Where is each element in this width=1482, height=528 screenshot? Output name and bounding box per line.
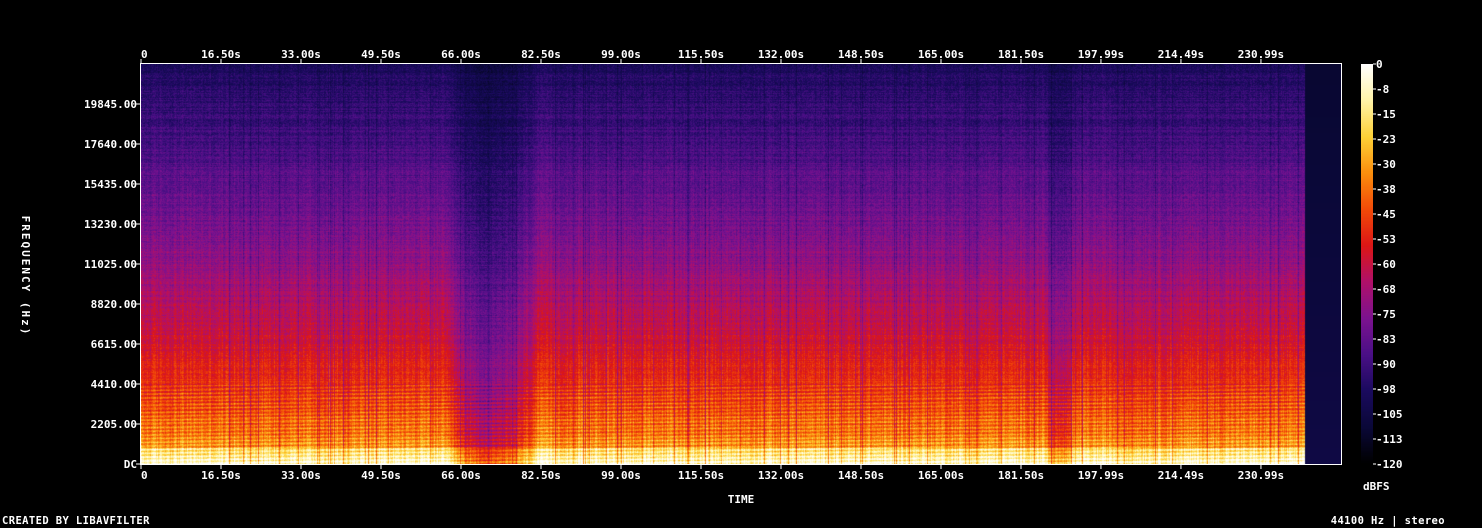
x-tick-label-bottom: 66.00s <box>441 469 481 482</box>
x-tick-label-top: 99.00s <box>601 48 641 61</box>
x-tick-label-top: 181.50s <box>998 48 1044 61</box>
colorbar-tick-label: -30 <box>1376 158 1396 171</box>
colorbar-tick-label: -105 <box>1376 408 1403 421</box>
x-tick-label-top: 49.50s <box>361 48 401 61</box>
colorbar-tick-label: -15 <box>1376 108 1396 121</box>
x-tick-label-top: 0 <box>141 48 148 61</box>
x-ticks-top: 0 16.50s 33.00s 49.50s 66.00s 82.50s 99.00s 115… <box>140 48 1284 64</box>
colorbar-tick-label: -75 <box>1376 308 1396 321</box>
x-tick-label-top: 230.99s <box>1238 48 1284 61</box>
x-tick-label-bottom: 99.00s <box>601 469 641 482</box>
y-tick-label: 6615.00 <box>91 338 137 351</box>
colorbar-tick-label: -53 <box>1376 233 1396 246</box>
colorbar-tick-label: -8 <box>1376 83 1389 96</box>
colorbar <box>1361 64 1373 464</box>
x-tick-label-top: 148.50s <box>838 48 884 61</box>
colorbar-box <box>1361 64 1373 464</box>
x-tick-label-top: 82.50s <box>521 48 561 61</box>
y-tick-label: 17640.00 <box>84 138 137 151</box>
y-tick-label: 2205.00 <box>91 418 137 431</box>
y-tick-label: 11025.00 <box>84 258 137 271</box>
x-tick-label-bottom: 214.49s <box>1158 469 1204 482</box>
x-tick-label-bottom: 181.50s <box>998 469 1044 482</box>
spectrogram-plot-area <box>141 64 1341 464</box>
y-tick-label: 13230.00 <box>84 218 137 231</box>
colorbar-tick-label: -113 <box>1376 433 1403 446</box>
colorbar-tick-label: -60 <box>1376 258 1396 271</box>
x-tick-label-bottom: 0 <box>141 469 148 482</box>
audio-info: 44100 Hz | stereo <box>1330 515 1445 527</box>
x-axis-label: TIME <box>728 493 755 506</box>
colorbar-label: dBFS <box>1363 480 1390 493</box>
x-tick-label-bottom: 132.00s <box>758 469 804 482</box>
x-tick-label-top: 16.50s <box>201 48 241 61</box>
colorbar-tick-label: -120 <box>1376 458 1403 471</box>
colorbar-ticks: 0 -8 -15 -23 -30 -38 -45 -53 -60 -68 -75 -83 -90 -98 -… <box>1373 58 1403 471</box>
y-tick-label: 19845.00 <box>84 98 137 111</box>
x-tick-label-bottom: 82.50s <box>521 469 561 482</box>
y-tick-label: 4410.00 <box>91 378 137 391</box>
colorbar-tick-label: -90 <box>1376 358 1396 371</box>
credit-text: CREATED BY LIBAVFILTER <box>2 515 150 527</box>
x-tick-label-bottom: 165.00s <box>918 469 964 482</box>
y-tick-label: 8820.00 <box>91 298 137 311</box>
colorbar-tick-label: -38 <box>1376 183 1396 196</box>
x-tick-label-top: 115.50s <box>678 48 724 61</box>
x-tick-label-top: 165.00s <box>918 48 964 61</box>
x-tick-label-top: 66.00s <box>441 48 481 61</box>
x-tick-label-bottom: 49.50s <box>361 469 401 482</box>
x-tick-label-top: 197.99s <box>1078 48 1124 61</box>
colorbar-tick-label: 0 <box>1376 58 1383 71</box>
x-ticks-bottom: 0 16.50s 33.00s 49.50s 66.00s 82.50s 99.00s 115… <box>140 464 1284 482</box>
x-tick-label-top: 33.00s <box>281 48 321 61</box>
x-tick-label-bottom: 16.50s <box>201 469 241 482</box>
spectrogram-heatmap <box>141 64 1341 464</box>
colorbar-tick-label: -68 <box>1376 283 1396 296</box>
x-tick-label-bottom: 148.50s <box>838 469 884 482</box>
colorbar-tick-label: -83 <box>1376 333 1396 346</box>
y-tick-label: DC <box>124 458 137 471</box>
colorbar-tick-label: -23 <box>1376 133 1396 146</box>
x-tick-label-bottom: 230.99s <box>1238 469 1284 482</box>
x-tick-label-top: 214.49s <box>1158 48 1204 61</box>
x-tick-label-bottom: 33.00s <box>281 469 321 482</box>
y-axis-label: FREQUENCY (Hz) <box>19 216 32 337</box>
y-ticks: DC 2205.00 4410.00 6615.00 8820.00 11025.00 13… <box>84 98 141 471</box>
y-tick-label: 15435.00 <box>84 178 137 191</box>
x-tick-label-bottom: 197.99s <box>1078 469 1124 482</box>
x-tick-label-bottom: 115.50s <box>678 469 724 482</box>
colorbar-tick-label: -98 <box>1376 383 1396 396</box>
x-tick-label-top: 132.00s <box>758 48 804 61</box>
colorbar-tick-label: -45 <box>1376 208 1396 221</box>
spectrogram-chart: 0 16.50s 33.00s 49.50s 66.00s 82.50s 99.00s 115… <box>19 48 1403 506</box>
